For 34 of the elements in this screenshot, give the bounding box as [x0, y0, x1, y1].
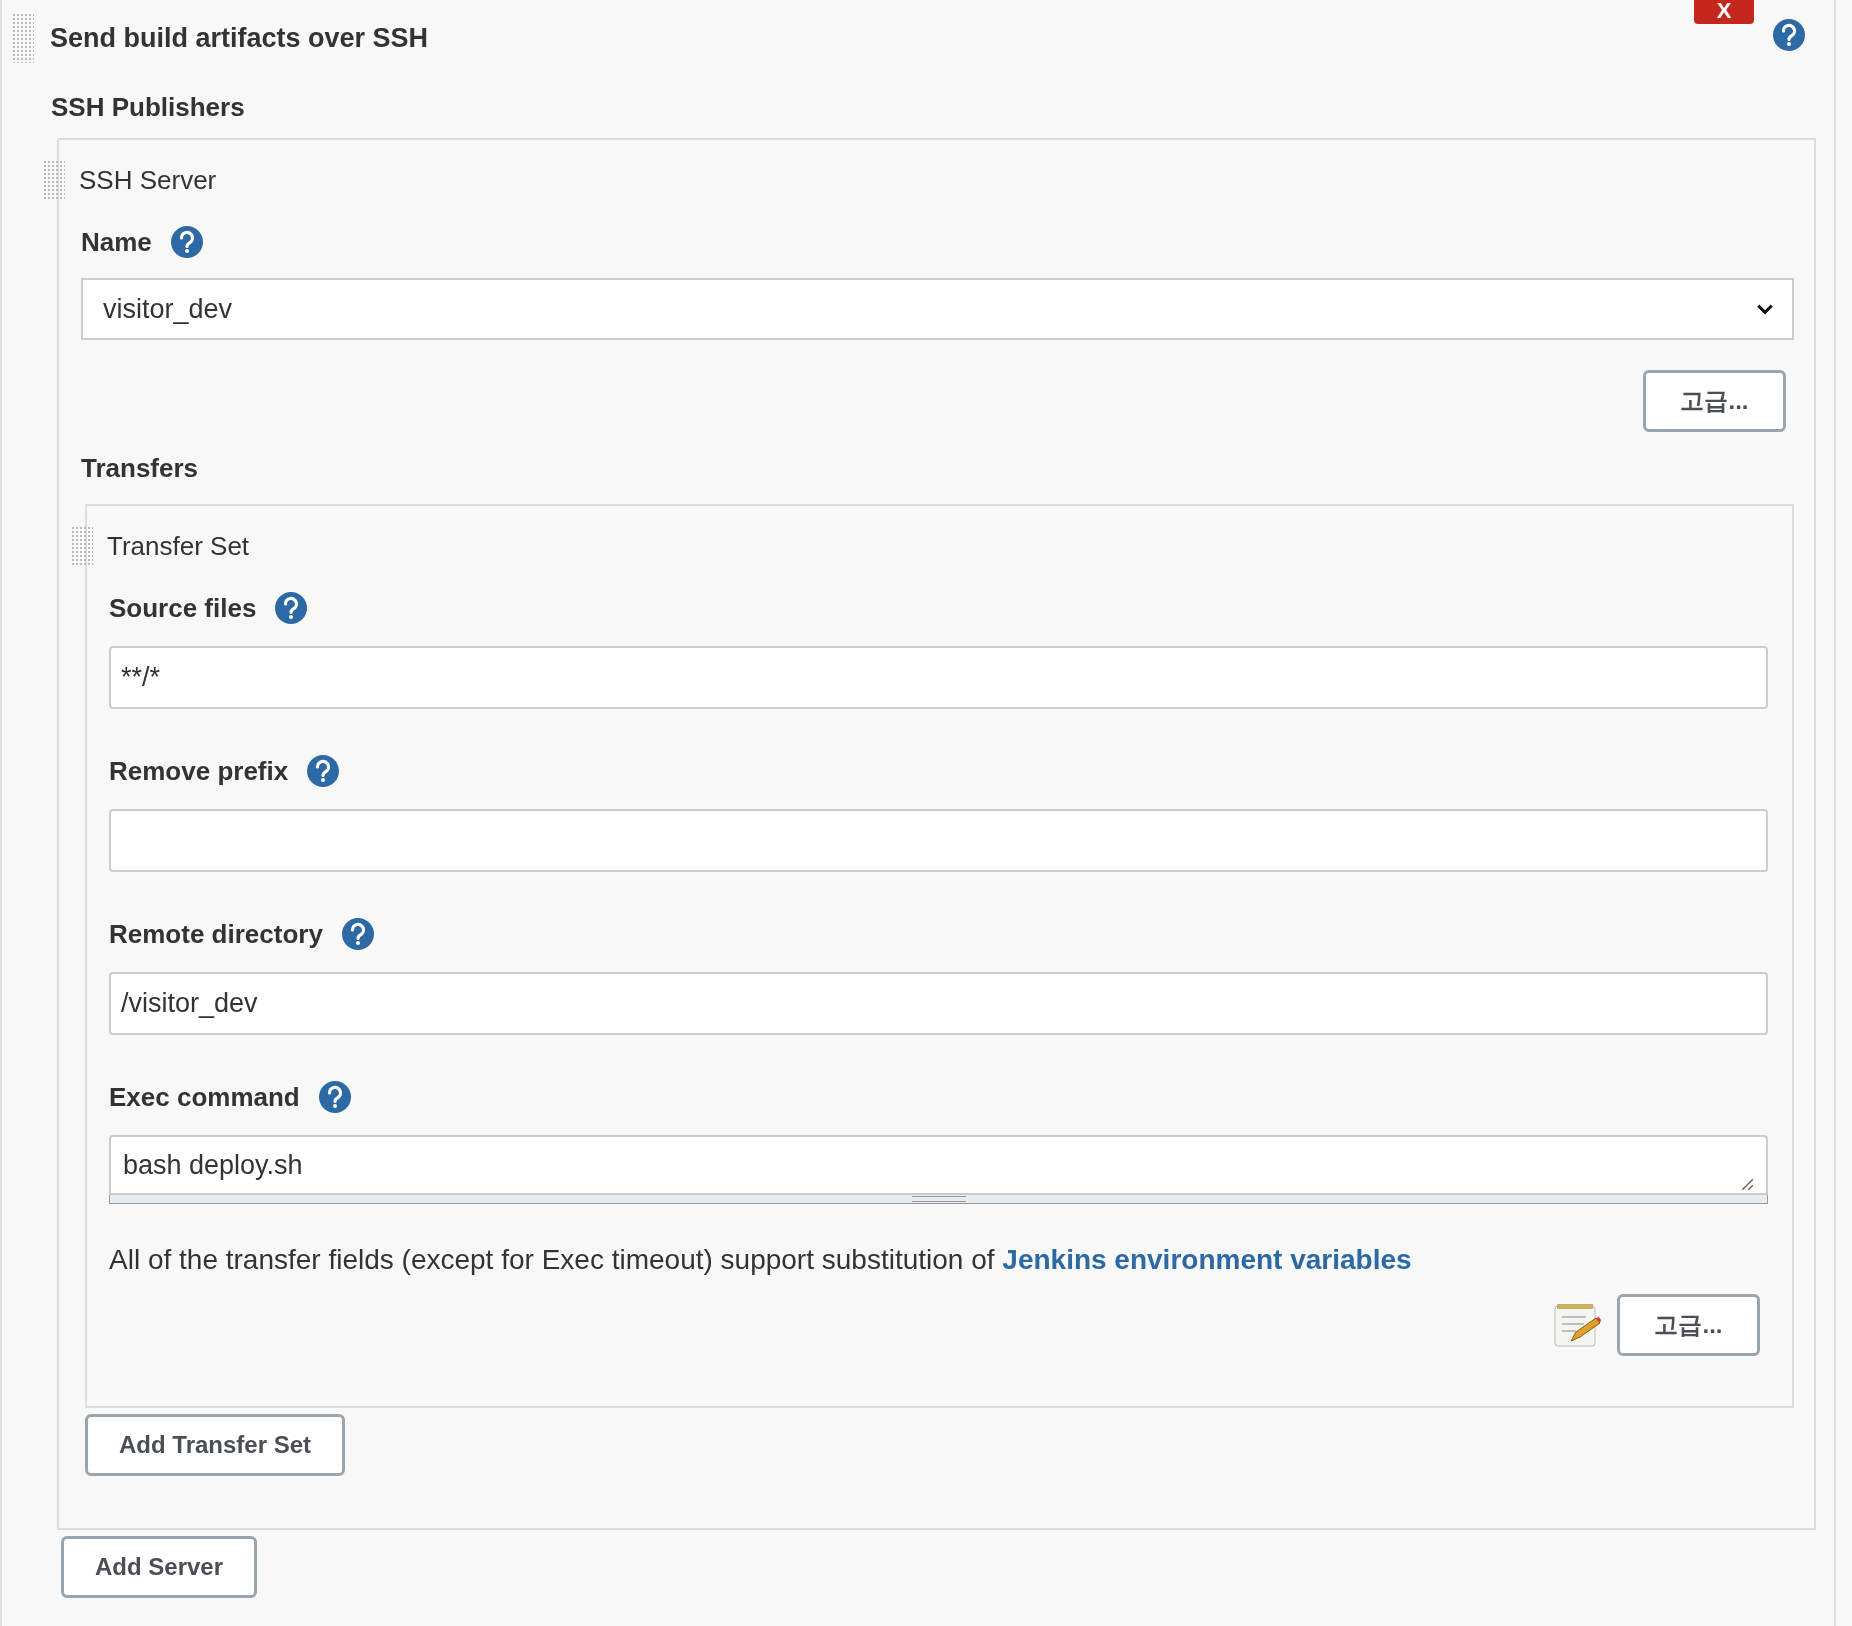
drag-handle-icon[interactable] [43, 160, 65, 200]
field-label: Name [81, 226, 152, 258]
field-label: Exec command [109, 1081, 300, 1113]
name-dropdown[interactable]: visitor_dev [81, 278, 1794, 340]
delete-button[interactable]: X [1694, 0, 1754, 24]
help-icon[interactable] [274, 591, 309, 625]
help-icon[interactable] [1772, 18, 1806, 52]
field-label: Remote directory [109, 918, 323, 950]
help-icon[interactable] [340, 917, 375, 951]
field-label: Remove prefix [109, 755, 289, 787]
text-field[interactable]: **/* [109, 646, 1768, 709]
section-label: SSH Publishers [50, 90, 246, 124]
drag-handle-icon[interactable] [12, 13, 34, 63]
advanced-button[interactable]: 고급... [1643, 370, 1786, 432]
advanced-button[interactable]: 고급... [1617, 1294, 1760, 1356]
panel-title: SSH Server [79, 164, 217, 196]
command-text-area[interactable]: bash deploy.sh [109, 1135, 1768, 1195]
help-icon[interactable] [306, 754, 341, 788]
add-transfer-set-button[interactable]: Add Transfer Set [85, 1414, 345, 1476]
environment-variables-link[interactable]: Jenkins environment variables [1002, 1244, 1412, 1275]
panel-title: Transfer Set [107, 530, 250, 562]
field-label: Source files [109, 592, 257, 624]
section-title: Send build artifacts over SSH [50, 22, 430, 54]
section-label: Transfers [81, 451, 200, 485]
chevron-down-icon [1756, 303, 1774, 315]
notepad-pencil-icon[interactable] [1553, 1301, 1601, 1349]
add-server-button[interactable]: Add Server [61, 1536, 257, 1598]
help-text: All of the transfer fields (except for Exec timeout) support substitution of Jenkins environment variables [109, 1244, 1413, 1276]
resize-handle-icon[interactable] [1740, 1177, 1754, 1191]
help-icon[interactable] [169, 225, 204, 259]
help-icon[interactable] [317, 1080, 352, 1114]
text-field[interactable] [109, 809, 1768, 872]
text-field[interactable]: /visitor_dev [109, 972, 1768, 1035]
drag-handle-icon[interactable] [71, 526, 93, 566]
